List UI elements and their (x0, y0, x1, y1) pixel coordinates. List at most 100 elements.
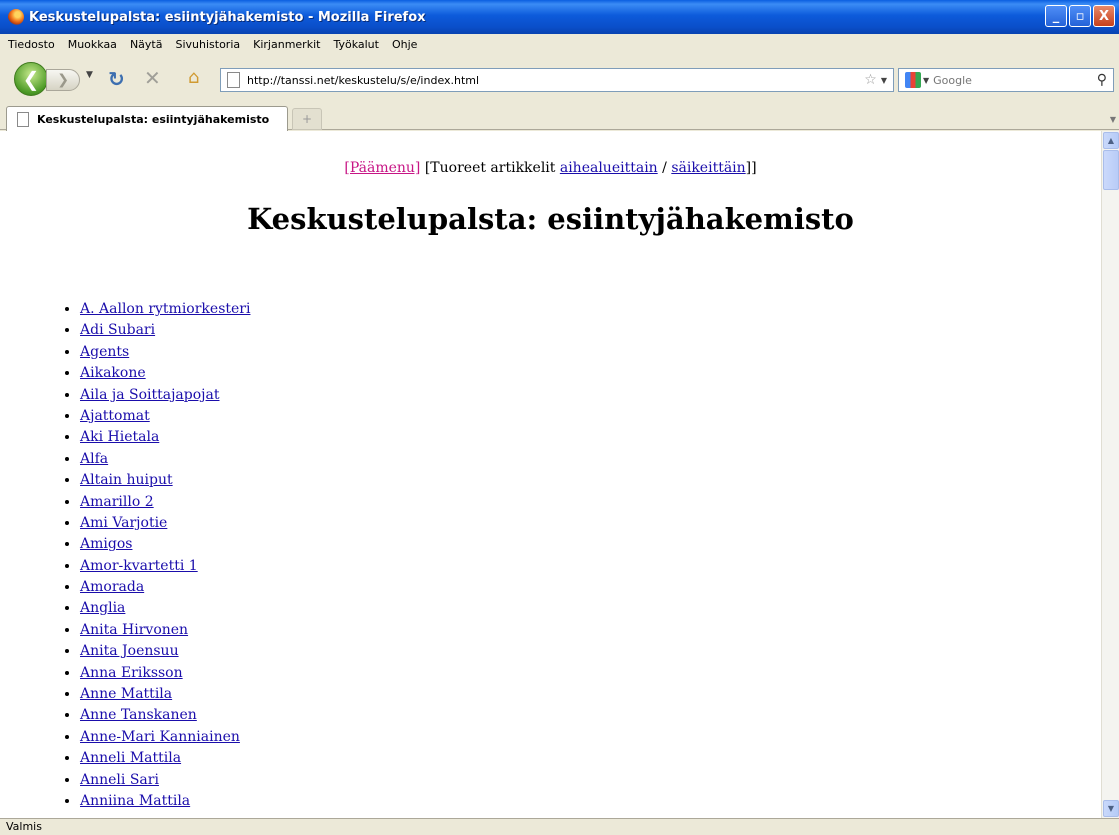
scroll-down-icon[interactable]: ▼ (1103, 800, 1119, 817)
search-input[interactable] (933, 73, 1097, 87)
list-item: Anneli Sari (80, 770, 250, 791)
window-title-bar[interactable]: Keskustelupalsta: esiintyjähakemisto - M… (0, 0, 1119, 34)
list-item: Ajattomat (80, 406, 250, 427)
artist-link[interactable]: Alfa (80, 451, 108, 467)
vertical-scrollbar[interactable]: ▲ ▼ (1101, 131, 1119, 818)
close-button[interactable]: X (1093, 5, 1115, 27)
list-item: Amarillo 2 (80, 492, 250, 513)
artist-link[interactable]: Ami Varjotie (80, 515, 167, 531)
menu-tools[interactable]: Työkalut (333, 38, 379, 51)
home-icon[interactable]: ⌂ (188, 67, 199, 88)
list-item: Anna Eriksson (80, 663, 250, 684)
maximize-button[interactable]: ▫ (1069, 5, 1091, 27)
search-engine-dropdown-icon[interactable]: ▼ (923, 76, 929, 85)
menu-view[interactable]: Näytä (130, 38, 163, 51)
forward-arrow-icon: ❯ (57, 72, 69, 88)
menu-file[interactable]: Tiedosto (8, 38, 55, 51)
artist-link[interactable]: Anne Mattila (80, 686, 172, 702)
artist-link[interactable]: Anna Eriksson (80, 665, 183, 681)
menu-history[interactable]: Sivuhistoria (175, 38, 240, 51)
scrollbar-thumb[interactable] (1103, 150, 1119, 190)
nav-closing-brackets: ]] (745, 160, 757, 176)
list-item: Amor-kvartetti 1 (80, 556, 250, 577)
page-title: Keskustelupalsta: esiintyjähakemisto (247, 202, 854, 236)
nav-separator: / (662, 160, 667, 176)
page-icon (227, 72, 240, 88)
menu-help[interactable]: Ohje (392, 38, 417, 51)
tab-strip: Keskustelupalsta: esiintyjähakemisto + ▼ (0, 104, 1119, 131)
list-item: Alfa (80, 449, 250, 470)
list-item: Amigos (80, 534, 250, 555)
by-thread-link[interactable]: säikeittäin (671, 160, 745, 176)
list-item: Anne Tanskanen (80, 705, 250, 726)
menu-bar: Tiedosto Muokkaa Näytä Sivuhistoria Kirj… (0, 34, 1119, 54)
artist-link[interactable]: Aila ja Soittajapojat (80, 387, 220, 403)
minimize-button[interactable]: _ (1045, 5, 1067, 27)
artist-link[interactable]: Anniina Mattila (80, 793, 190, 809)
artist-link[interactable]: Adi Subari (80, 322, 155, 338)
tab-list-dropdown-icon[interactable]: ▼ (1107, 108, 1119, 130)
list-item: Anneli Mattila (80, 748, 250, 769)
new-tab-button[interactable]: + (292, 108, 322, 130)
history-dropdown-icon[interactable]: ▼ (86, 70, 93, 80)
bookmark-star-icon[interactable]: ☆ (864, 72, 877, 88)
recent-articles-label: [Tuoreet artikkelit (424, 160, 556, 176)
tab-title: Keskustelupalsta: esiintyjähakemisto (37, 112, 270, 126)
reload-icon[interactable]: ↻ (108, 67, 125, 91)
artist-link[interactable]: Amorada (80, 579, 144, 595)
firefox-icon (8, 9, 24, 25)
artist-link[interactable]: Altain huiput (80, 472, 173, 488)
artist-link[interactable]: Amigos (80, 536, 132, 552)
artist-link[interactable]: Amor-kvartetti 1 (80, 558, 198, 574)
back-button[interactable]: ❮ (14, 62, 48, 96)
artist-link[interactable]: Amarillo 2 (80, 494, 154, 510)
search-icon[interactable]: ⚲ (1097, 72, 1107, 88)
list-item: Aikakone (80, 363, 250, 384)
by-topic-link[interactable]: aihealueittain (560, 160, 658, 176)
artist-link[interactable]: Anglia (80, 600, 125, 616)
artist-link[interactable]: Aikakone (80, 365, 146, 381)
artist-link[interactable]: Ajattomat (80, 408, 150, 424)
artist-link[interactable]: Anita Hirvonen (80, 622, 188, 638)
list-item: Anne-Mari Kanniainen (80, 727, 250, 748)
main-menu-link[interactable]: [Päämenu] (344, 160, 420, 176)
list-item: Altain huiput (80, 470, 250, 491)
artist-link[interactable]: Anneli Sari (80, 772, 159, 788)
forward-button[interactable]: ❯ (46, 69, 80, 91)
search-bar: ▼ ⚲ (898, 68, 1114, 92)
tab-page-icon (17, 111, 29, 127)
url-dropdown-icon[interactable]: ▼ (881, 76, 887, 85)
stop-icon[interactable]: ✕ (144, 66, 161, 90)
menu-edit[interactable]: Muokkaa (68, 38, 117, 51)
artist-link[interactable]: Anneli Mattila (80, 750, 181, 766)
menu-bookmarks[interactable]: Kirjanmerkit (253, 38, 320, 51)
artist-link[interactable]: Anita Joensuu (80, 643, 179, 659)
artist-link[interactable]: Agents (80, 344, 129, 360)
window-controls: _ ▫ X (1045, 5, 1115, 27)
list-item: Anglia (80, 598, 250, 619)
list-item: Agents (80, 342, 250, 363)
artist-list: A. Aallon rytmiorkesteri Adi Subari Agen… (80, 299, 250, 812)
artist-link[interactable]: A. Aallon rytmiorkesteri (80, 301, 250, 317)
list-item: Adi Subari (80, 320, 250, 341)
google-icon[interactable] (905, 72, 921, 88)
status-text: Valmis (6, 820, 42, 833)
back-arrow-icon: ❮ (22, 67, 40, 91)
url-input[interactable] (247, 73, 865, 87)
navigation-toolbar: ❮ ❯ ▼ ↻ ✕ ⌂ ☆ ▼ ▼ ⚲ (0, 58, 1119, 100)
scroll-up-icon[interactable]: ▲ (1103, 132, 1119, 149)
artist-link[interactable]: Anne Tanskanen (80, 707, 197, 723)
list-item: Aila ja Soittajapojat (80, 385, 250, 406)
artist-link[interactable]: Anne-Mari Kanniainen (80, 729, 240, 745)
list-item: Anniina Mattila (80, 791, 250, 812)
url-bar: ☆ ▼ (220, 68, 894, 92)
artist-link[interactable]: Aki Hietala (80, 429, 159, 445)
list-item: Ami Varjotie (80, 513, 250, 534)
list-item: Amorada (80, 577, 250, 598)
list-item: Anita Hirvonen (80, 620, 250, 641)
page-navigation: [Päämenu] [Tuoreet artikkelit aihealueit… (0, 160, 1101, 176)
tab-active[interactable]: Keskustelupalsta: esiintyjähakemisto (6, 106, 288, 131)
page-content: [Päämenu] [Tuoreet artikkelit aihealueit… (0, 131, 1101, 818)
status-bar: Valmis (0, 818, 1119, 835)
list-item: Aki Hietala (80, 427, 250, 448)
